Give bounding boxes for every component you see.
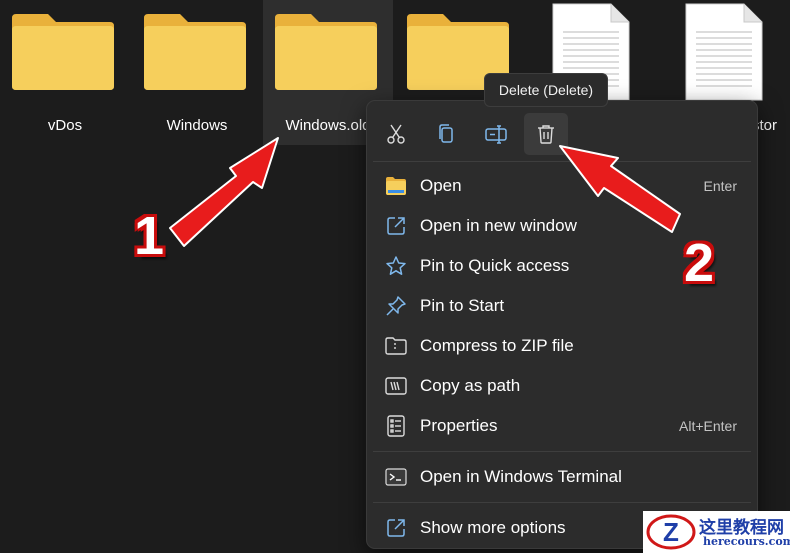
annotation-number-2: 2 [684, 233, 715, 293]
annotation-number-1: 1 [134, 206, 165, 266]
watermark-logo-icon: Z [646, 514, 696, 550]
svg-text:Z: Z [663, 517, 679, 547]
arrow-annotation-2 [559, 145, 681, 233]
watermark-url: herecours.com [703, 535, 790, 548]
watermark: Z 这里教程网 herecours.com [643, 511, 790, 553]
